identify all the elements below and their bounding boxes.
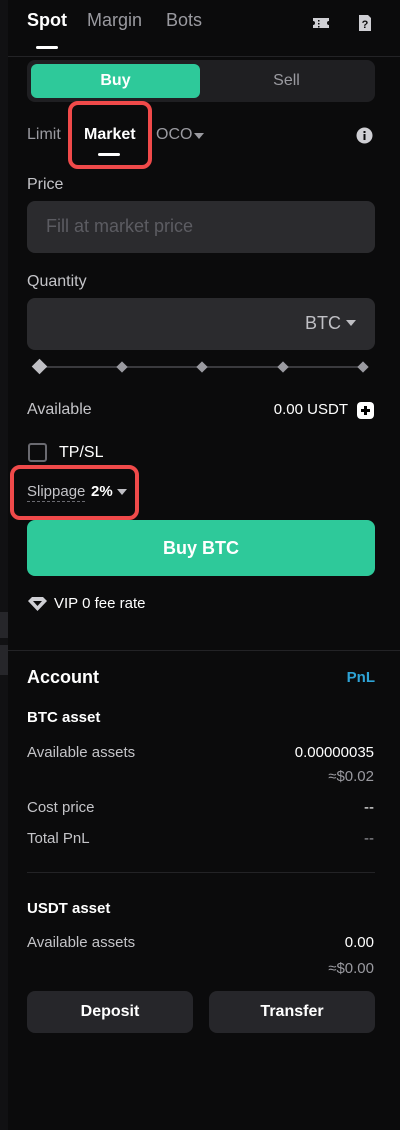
- tpsl-label: TP/SL: [59, 444, 104, 461]
- btc-available-approx: ≈$0.02: [328, 768, 374, 785]
- price-label: Price: [27, 176, 64, 193]
- total-pnl-label: Total PnL: [27, 830, 90, 847]
- usdt-available-label: Available assets: [27, 934, 136, 951]
- info-icon[interactable]: [356, 127, 373, 144]
- sell-toggle-button[interactable]: Sell: [202, 64, 371, 98]
- btc-available-value: 0.00000035: [294, 744, 374, 761]
- chevron-down-icon: [346, 320, 356, 326]
- deposit-button[interactable]: Deposit: [27, 991, 193, 1033]
- pnl-link[interactable]: PnL: [347, 669, 375, 686]
- tab-spot[interactable]: Spot: [27, 10, 67, 31]
- tab-spot-underline: [36, 46, 58, 49]
- market-highlight-box: [68, 101, 152, 169]
- vip-fee-rate[interactable]: VIP 0 fee rate: [54, 595, 145, 612]
- chevron-down-icon[interactable]: [194, 133, 204, 139]
- left-edge-marker-1: [0, 612, 8, 638]
- account-divider: [8, 650, 400, 651]
- usdt-available-value: 0.00: [344, 934, 374, 951]
- cost-price-value: --: [364, 799, 374, 816]
- usdt-asset-title: USDT asset: [27, 900, 111, 917]
- tpsl-checkbox[interactable]: [28, 443, 47, 462]
- left-edge-strip: [0, 0, 8, 1130]
- buy-btc-button[interactable]: Buy BTC: [27, 520, 375, 576]
- ticket-icon[interactable]: [312, 14, 330, 32]
- order-type-oco[interactable]: OCO: [156, 126, 192, 144]
- buy-toggle-button[interactable]: Buy: [31, 64, 200, 98]
- buy-sell-toggle: Buy Sell: [27, 60, 375, 102]
- plus-icon[interactable]: [357, 402, 374, 419]
- btc-available-label: Available assets: [27, 744, 136, 761]
- cost-price-label: Cost price: [27, 799, 95, 816]
- header-divider: [8, 56, 400, 57]
- tab-margin[interactable]: Margin: [87, 10, 142, 31]
- vip-diamond-icon: [28, 597, 47, 611]
- asset-divider: [27, 872, 375, 873]
- usdt-available-approx: ≈$0.00: [328, 960, 374, 977]
- svg-text:?: ?: [362, 19, 369, 31]
- btc-asset-title: BTC asset: [27, 709, 101, 726]
- tab-bots[interactable]: Bots: [166, 10, 202, 31]
- account-title: Account: [27, 667, 99, 687]
- price-placeholder: Fill at market price: [46, 216, 194, 236]
- quantity-unit-selector[interactable]: BTC: [305, 313, 341, 334]
- available-label: Available: [27, 401, 92, 418]
- transfer-button[interactable]: Transfer: [209, 991, 375, 1033]
- left-edge-marker-2: [0, 645, 8, 675]
- quantity-label: Quantity: [27, 273, 87, 290]
- order-type-limit[interactable]: Limit: [27, 126, 61, 144]
- available-value: 0.00 USDT: [273, 401, 348, 418]
- help-doc-icon[interactable]: ?: [356, 14, 374, 32]
- total-pnl-value: --: [364, 830, 374, 847]
- price-input[interactable]: Fill at market price: [27, 201, 375, 253]
- slippage-highlight-box: [10, 465, 139, 520]
- quantity-input[interactable]: BTC: [27, 298, 375, 350]
